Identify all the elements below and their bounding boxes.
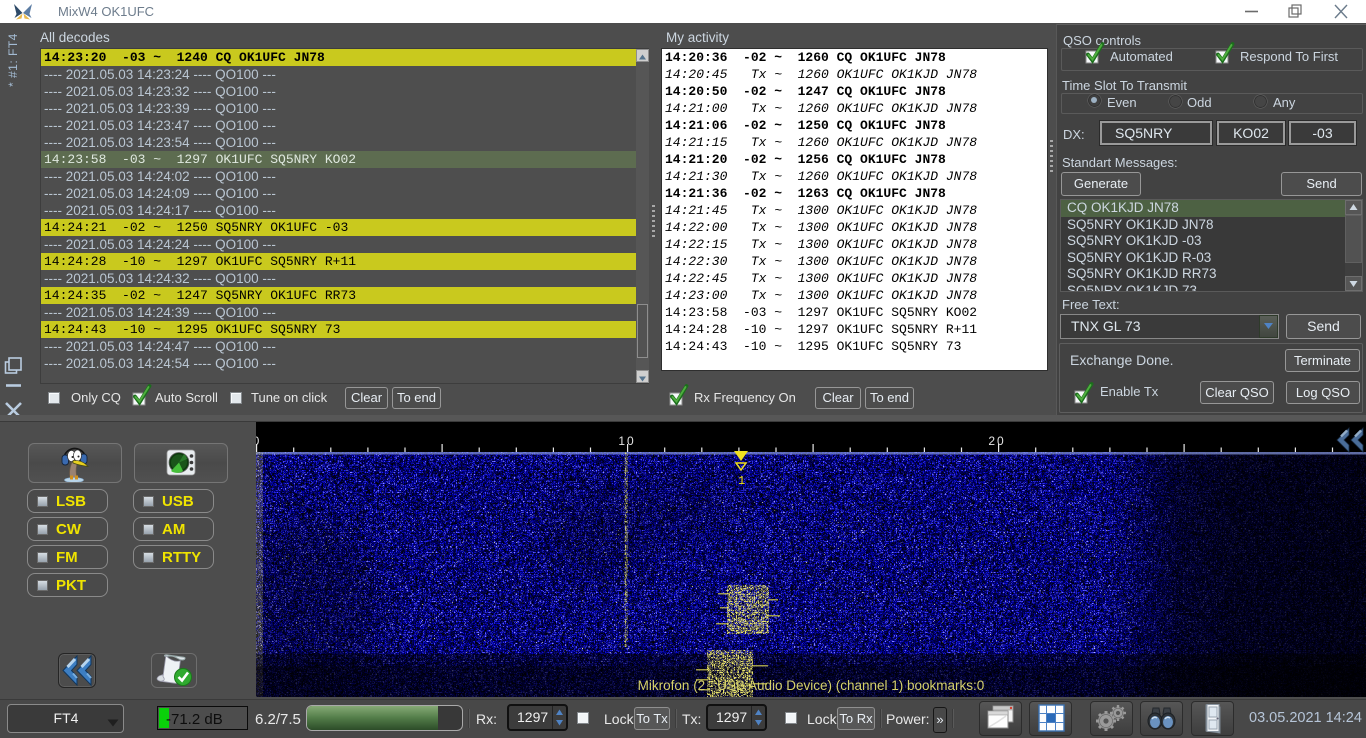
- svg-text:20: 20: [988, 434, 1005, 448]
- svg-text:1: 1: [738, 474, 745, 487]
- svg-text:10: 10: [618, 434, 635, 448]
- svg-text:0: 0: [256, 434, 260, 448]
